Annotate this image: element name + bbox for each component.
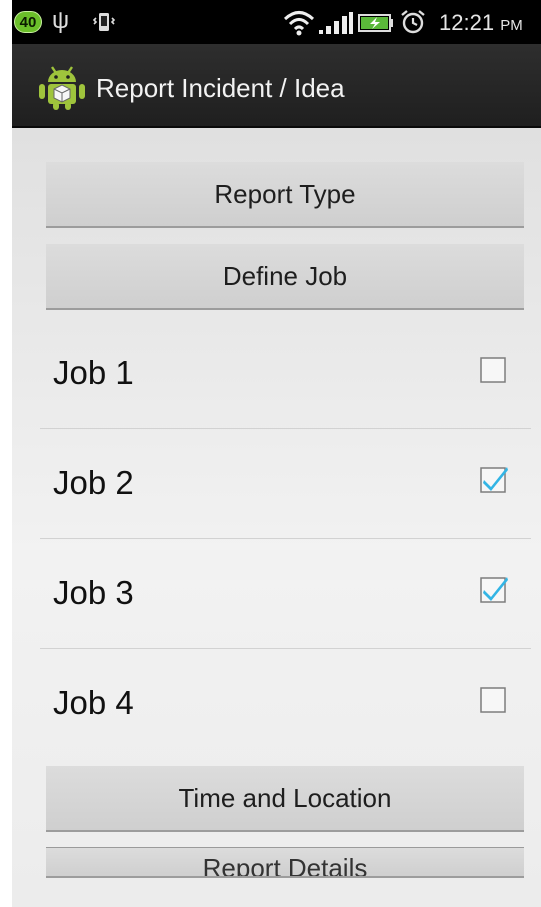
page-title: Report Incident / Idea <box>96 73 345 103</box>
notification-count-badge: 40 <box>14 11 42 33</box>
status-bar: 40 ψ 12:21 PM <box>12 0 541 44</box>
job-list-item[interactable]: Job 4 <box>40 651 531 761</box>
job-label: Job 3 <box>53 574 134 611</box>
battery-charging-icon <box>358 14 393 32</box>
vibrate-icon <box>92 13 116 31</box>
job-label: Job 2 <box>53 464 134 501</box>
job-label: Job 4 <box>53 684 134 721</box>
usb-icon: ψ <box>52 7 70 34</box>
clock-time: 12:21 <box>439 10 495 35</box>
time-and-location-button[interactable]: Time and Location <box>46 766 524 832</box>
clock-ampm: PM <box>500 17 523 34</box>
list-divider <box>40 538 531 539</box>
job-list-item[interactable]: Job 3 <box>40 541 531 651</box>
report-type-button[interactable]: Report Type <box>46 162 524 228</box>
define-job-button[interactable]: Define Job <box>46 244 524 310</box>
action-bar: Report Incident / Idea <box>12 44 541 128</box>
report-details-button[interactable]: Report Details <box>46 848 524 878</box>
job-list-item[interactable]: Job 2 <box>40 431 531 541</box>
checkbox-unchecked-icon[interactable] <box>476 353 510 387</box>
checkbox-checked-icon[interactable] <box>476 573 510 607</box>
list-divider <box>40 648 531 649</box>
signal-icon <box>319 12 353 34</box>
job-label: Job 1 <box>53 354 134 391</box>
status-clock: 12:21 PM <box>439 10 523 36</box>
checkbox-checked-icon[interactable] <box>476 463 510 497</box>
android-app-icon[interactable] <box>37 61 87 111</box>
phone-screen: 40 ψ 12:21 PM Report Incident / Idea Rep… <box>12 0 541 907</box>
job-list-item[interactable]: Job 1 <box>40 321 531 431</box>
checkbox-unchecked-icon[interactable] <box>476 683 510 717</box>
content-area: Report Type Define Job Job 1 Job 2 Job 3 <box>12 128 541 907</box>
alarm-icon <box>401 10 425 34</box>
wifi-icon <box>283 11 315 36</box>
list-divider <box>40 428 531 429</box>
